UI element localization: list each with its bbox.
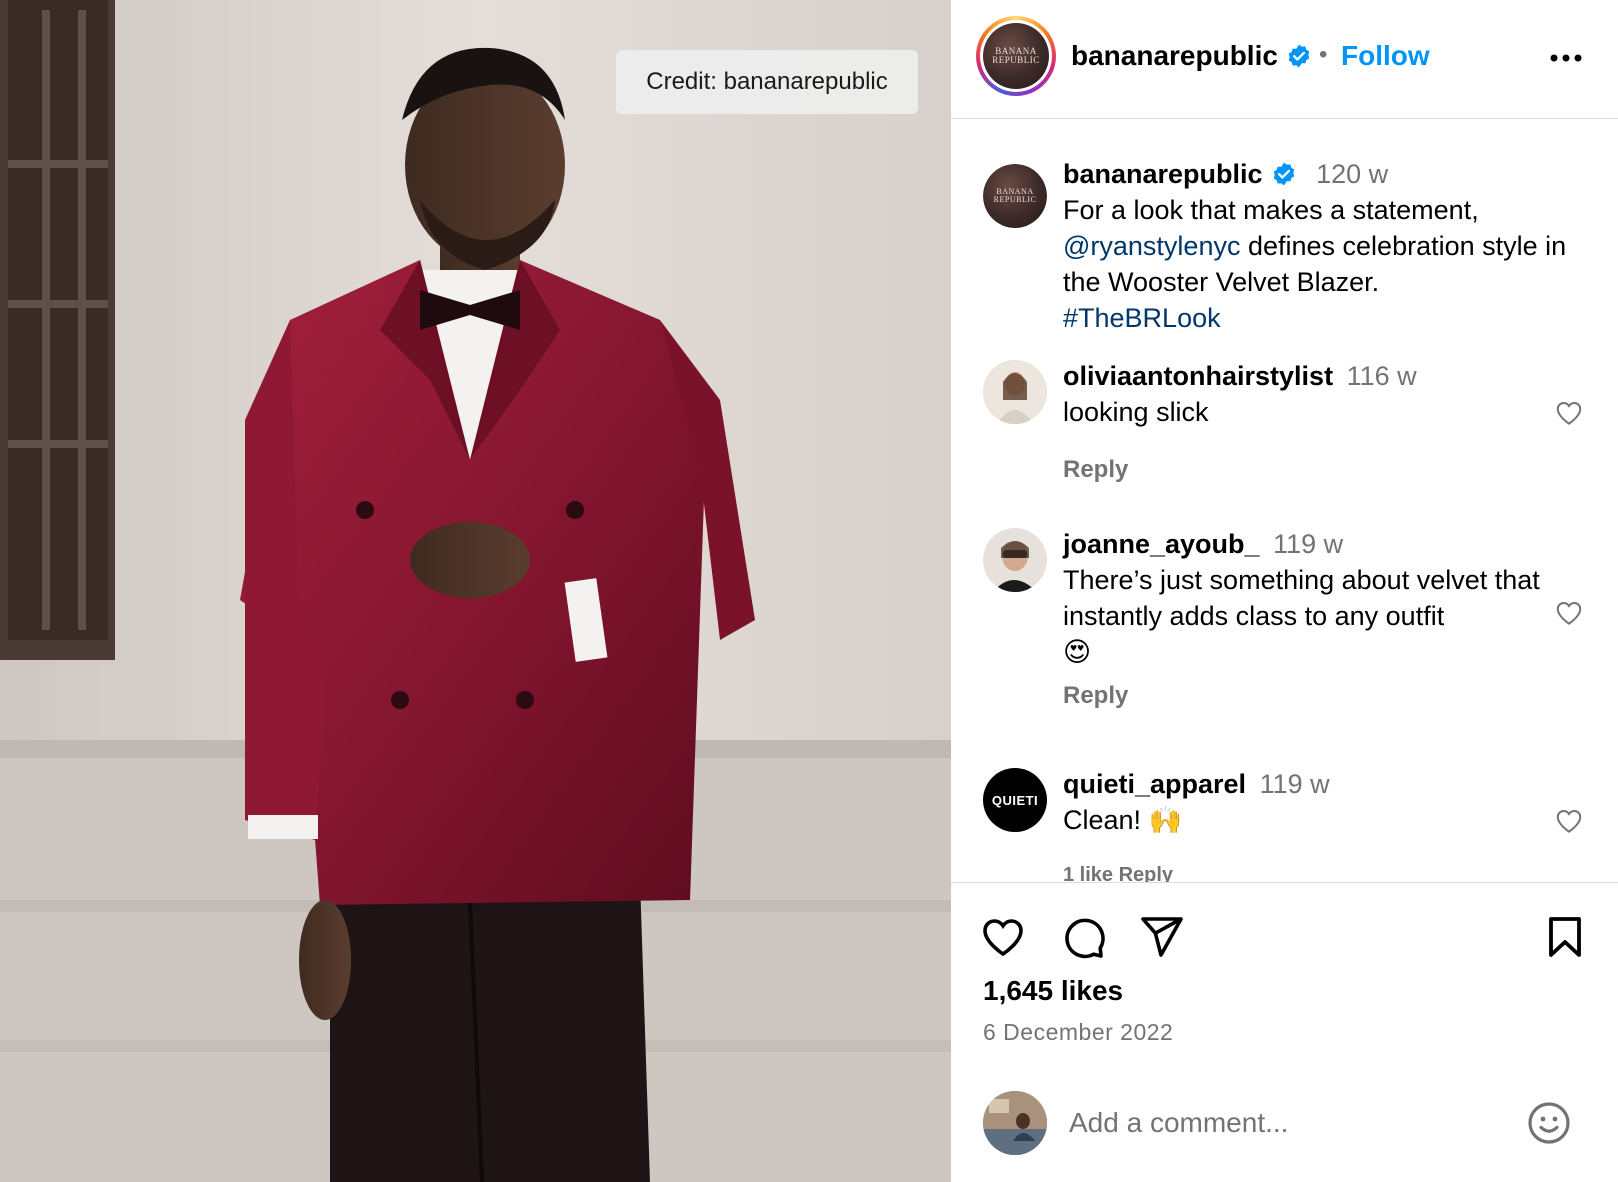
- likes-count[interactable]: 1,645 likes: [983, 975, 1123, 1007]
- comment-like-heart-icon[interactable]: [1554, 598, 1584, 628]
- comment-text: There’s just something about velvet that…: [1063, 565, 1540, 631]
- comment-text: looking slick: [1063, 397, 1209, 427]
- verified-badge-icon: [1288, 44, 1310, 68]
- verified-badge-icon: [1273, 162, 1294, 186]
- comment-time[interactable]: 119 w: [1273, 529, 1343, 559]
- caption-author-avatar[interactable]: BANANA REPUBLIC: [983, 164, 1047, 228]
- caption-text-1: For a look that makes a statement,: [1063, 195, 1479, 225]
- comment-username[interactable]: oliviaantonhairstylist: [1063, 361, 1333, 391]
- commenter-avatar[interactable]: QUIETI: [983, 768, 1047, 832]
- comment-like-heart-icon[interactable]: [1554, 806, 1584, 836]
- caption-time[interactable]: 120 w: [1316, 159, 1388, 189]
- more-horizontal-icon[interactable]: [1546, 40, 1586, 76]
- comment-reply-button[interactable]: Reply: [1063, 682, 1128, 710]
- comment-reply-button[interactable]: 1 like Reply: [1063, 864, 1173, 882]
- follow-button[interactable]: Follow: [1341, 40, 1430, 72]
- caption-mention-link[interactable]: @ryanstylenyc: [1063, 231, 1240, 261]
- post-date[interactable]: 6 December 2022: [983, 1019, 1173, 1046]
- comment-username[interactable]: quieti_apparel: [1063, 769, 1246, 799]
- add-comment-bar: [951, 1073, 1618, 1182]
- bookmark-icon[interactable]: [1541, 913, 1589, 961]
- comment-body: joanne_ayoub_ 119 w There’s just somethi…: [1063, 526, 1583, 670]
- commenter-avatar[interactable]: [983, 528, 1047, 592]
- comment-like-heart-icon[interactable]: [1554, 398, 1584, 428]
- header-separator: •: [1319, 41, 1328, 68]
- post-actions-section: 1,645 likes 6 December 2022: [951, 882, 1618, 1182]
- post-photo[interactable]: Credit: bananarepublic: [0, 0, 951, 1182]
- commenter-logo-text: QUIETI: [991, 792, 1039, 808]
- comments-list[interactable]: BANANA REPUBLIC bananarepublic 120 w For…: [951, 120, 1618, 882]
- comment-input[interactable]: [1069, 1099, 1489, 1147]
- caption-avatar-line2: REPUBLIC: [993, 195, 1037, 204]
- share-icon[interactable]: [1137, 913, 1185, 961]
- author-avatar-story-ring[interactable]: BANANA REPUBLIC: [976, 16, 1056, 96]
- commenter-avatar[interactable]: [983, 360, 1047, 424]
- current-user-photo: [983, 1091, 1047, 1155]
- commenter-photo: [983, 528, 1047, 592]
- comment-icon[interactable]: [1059, 913, 1107, 961]
- caption-body: bananarepublic 120 w For a look that mak…: [1063, 156, 1583, 336]
- commenter-photo: [983, 360, 1047, 424]
- comment-username[interactable]: joanne_ayoub_: [1063, 529, 1260, 559]
- post-header: BANANA REPUBLIC bananarepublic • Follow: [951, 0, 1618, 119]
- comment-body: oliviaantonhairstylist 116 w looking sli…: [1063, 358, 1583, 430]
- avatar-logo-line2: REPUBLIC: [992, 55, 1040, 65]
- caption-avatar-logo: BANANA REPUBLIC: [983, 164, 1047, 228]
- author-username-link[interactable]: bananarepublic: [1071, 40, 1312, 72]
- photo-credit: Credit: bananarepublic: [616, 50, 918, 114]
- comment-time[interactable]: 119 w: [1260, 769, 1330, 799]
- comment-emoji: 🙌: [1148, 805, 1183, 835]
- comment-emoji: 😍: [1063, 637, 1092, 667]
- heart-icon[interactable]: [979, 913, 1027, 961]
- comment-body: quieti_apparel 119 w Clean! 🙌: [1063, 766, 1583, 838]
- author-avatar: BANANA REPUBLIC: [983, 23, 1049, 89]
- photo-illustration: [0, 0, 951, 1182]
- caption-hashtag-link[interactable]: #TheBRLook: [1063, 303, 1221, 333]
- author-username[interactable]: bananarepublic: [1071, 40, 1278, 71]
- post-side-panel: BANANA REPUBLIC bananarepublic • Follow …: [951, 0, 1618, 1182]
- smiley-icon[interactable]: [1525, 1099, 1573, 1147]
- caption-username[interactable]: bananarepublic: [1063, 159, 1263, 189]
- comment-text: Clean!: [1063, 805, 1142, 835]
- current-user-avatar[interactable]: [983, 1091, 1047, 1155]
- comment-time[interactable]: 116 w: [1347, 361, 1417, 391]
- comment-reply-button[interactable]: Reply: [1063, 456, 1128, 484]
